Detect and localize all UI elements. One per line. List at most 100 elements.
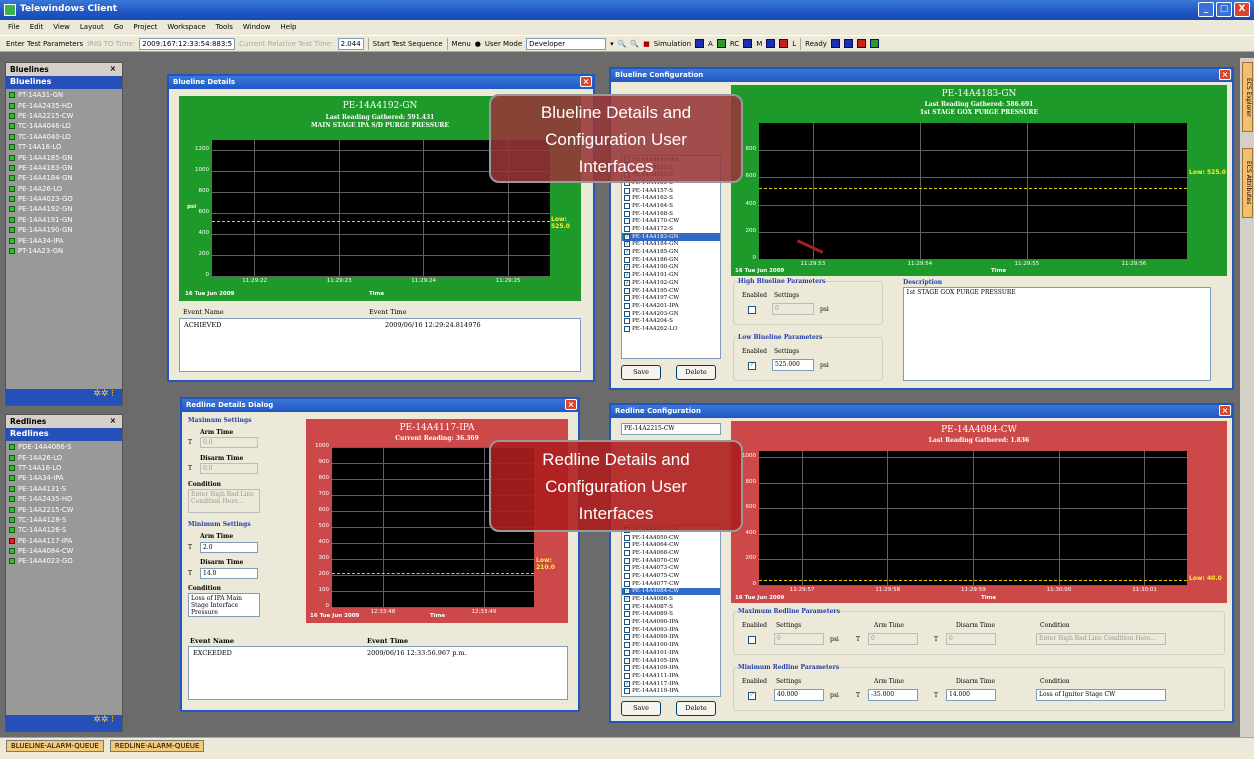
blueline-item[interactable]: TC-14A4046-LO (9, 121, 122, 131)
tab-redline-alarm-queue[interactable]: REDLINE-ALARM-QUEUE (109, 740, 205, 752)
signal-checkbox[interactable] (624, 256, 630, 263)
redline-item[interactable]: TC-14A4128-S (9, 515, 122, 525)
blueline-item[interactable]: PE-14A4192-GN (9, 204, 122, 214)
redline-item[interactable]: TT-14A16-LO (9, 463, 122, 473)
signal-list-item[interactable]: PE-14A4099-IPA (622, 634, 720, 642)
signal-list-item[interactable]: PE-14A4086-S (622, 595, 720, 603)
signal-checkbox[interactable] (624, 672, 630, 679)
rc-mode-icon[interactable] (716, 39, 726, 48)
redline-item[interactable]: PE-14A2215-CW (9, 504, 122, 514)
redline-signal-dropdown[interactable]: PE-14A2215-CW (621, 423, 721, 435)
menu-button[interactable]: Menu (452, 40, 471, 48)
signal-list-item[interactable]: PE-14A4197-CW (622, 294, 720, 302)
irig-time-field[interactable]: 2009:167:12:33:54:883:5 (139, 37, 236, 50)
save-button[interactable]: Save (621, 701, 661, 716)
signal-list-item[interactable]: PE-14A4087-S (622, 603, 720, 611)
redline-item[interactable]: PE-14A4084-CW (9, 546, 122, 556)
blueline-item[interactable]: PE-14A4190-GN (9, 225, 122, 235)
max-condition-input[interactable]: Enter High Red Line Condition Here... (1036, 633, 1166, 645)
signal-checkbox[interactable] (624, 187, 630, 194)
dropdown-arrow-icon[interactable]: ▾ (610, 40, 614, 48)
min-arm-time-input[interactable]: -35.000 (868, 689, 918, 701)
l-mode-icon[interactable] (779, 39, 789, 48)
menu-layout[interactable]: Layout (80, 23, 104, 35)
signal-checkbox[interactable] (624, 665, 630, 672)
rc-mode-label[interactable]: RC (730, 40, 739, 48)
tab-ecs-attributes[interactable]: ECS Attributes (1242, 148, 1253, 218)
signal-checkbox[interactable] (624, 611, 630, 618)
signal-list-item[interactable]: PE-14A4172-S (622, 225, 720, 233)
signal-checkbox[interactable] (624, 557, 630, 564)
menu-view[interactable]: View (53, 23, 70, 35)
signal-checkbox[interactable] (624, 318, 630, 325)
max-arm-time-input[interactable]: 0 (868, 633, 918, 645)
min-condition-input[interactable]: Loss of Igniter Stage CW (1036, 689, 1166, 701)
signal-list-item[interactable]: PE-14A4186-GN (622, 256, 720, 264)
signal-list-item[interactable]: PE-14A4101-IPA (622, 649, 720, 657)
signal-checkbox[interactable] (624, 233, 630, 240)
redlines-panel-close-icon[interactable]: × (110, 416, 116, 425)
signal-checkbox[interactable] (624, 657, 630, 664)
signal-checkbox[interactable] (624, 302, 630, 309)
a-mode-label[interactable]: A (708, 40, 713, 48)
signal-checkbox[interactable] (624, 626, 630, 633)
signal-checkbox[interactable] (624, 588, 630, 595)
signal-checkbox[interactable] (624, 272, 630, 279)
redline-item[interactable]: TC-14A4126-S (9, 525, 122, 535)
layout-1-icon[interactable] (830, 39, 840, 48)
signal-list-item[interactable]: PE-14A4157-S (622, 187, 720, 195)
redline-item[interactable]: PDE-14A4086-S (9, 442, 122, 452)
delete-button[interactable]: Delete (676, 701, 716, 716)
blueline-item[interactable]: PE-14A4185-GN (9, 152, 122, 162)
menu-window[interactable]: Window (243, 23, 271, 35)
min-arm-time-input[interactable]: 2.0 (200, 542, 258, 553)
signal-list-item[interactable]: PE-14A4184-GN (622, 241, 720, 249)
signal-checkbox[interactable] (624, 580, 630, 587)
max-enabled-checkbox[interactable] (748, 636, 756, 644)
bluelines-footer-tools[interactable]: ✲✲ ⁝ (6, 389, 122, 405)
menu-go[interactable]: Go (114, 23, 124, 35)
layout-3-icon[interactable] (856, 39, 866, 48)
min-enabled-checkbox[interactable] (748, 692, 756, 700)
signal-list-item[interactable]: PE-14A4191-GN (622, 271, 720, 279)
blueline-item[interactable]: PT-14A23-GN (9, 246, 122, 256)
min-disarm-time-input[interactable]: 14.0 (200, 568, 258, 579)
signal-list-item[interactable]: PE-14A4170-CW (622, 218, 720, 226)
blueline-item[interactable]: PE-14A26-LO (9, 184, 122, 194)
max-condition-input[interactable]: Enter High Red Line Condition Here... (188, 489, 260, 513)
redline-item[interactable]: PE-14A2435-HD (9, 494, 122, 504)
signal-list-item[interactable]: PE-14A4093-IPA (622, 626, 720, 634)
signal-list-item[interactable]: PE-14A4192-GN (622, 279, 720, 287)
signal-checkbox[interactable] (624, 565, 630, 572)
low-enabled-checkbox[interactable] (748, 362, 756, 370)
signal-checkbox[interactable] (624, 210, 630, 217)
signal-checkbox[interactable] (624, 534, 630, 541)
signal-checkbox[interactable] (624, 649, 630, 656)
signal-list-item[interactable]: PE-14A4162-S (622, 194, 720, 202)
blueline-item[interactable]: TC-14A4040-LO (9, 132, 122, 142)
signal-checkbox[interactable] (624, 688, 630, 695)
signal-checkbox[interactable] (624, 226, 630, 233)
relative-time-field[interactable]: 2.044 (337, 37, 364, 50)
signal-list-item[interactable]: PE-14A4105-IPA (622, 657, 720, 665)
blueline-item[interactable]: TT-14A16-LO (9, 142, 122, 152)
max-disarm-time-input[interactable]: 0 (946, 633, 996, 645)
layout-2-icon[interactable] (843, 39, 853, 48)
signal-list-item[interactable]: PE-14A4204-S (622, 317, 720, 325)
blueline-item[interactable]: PE-14A2435-HD (9, 100, 122, 110)
close-icon[interactable]: × (1219, 405, 1231, 416)
signal-checkbox[interactable] (624, 642, 630, 649)
signal-list-item[interactable]: PE-14A4064-CW (622, 541, 720, 549)
signal-list-item[interactable]: PE-14A4050-CW (622, 534, 720, 542)
min-settings-input[interactable]: 40.000 (774, 689, 824, 701)
signal-checkbox[interactable] (624, 619, 630, 626)
signal-checkbox[interactable] (624, 596, 630, 603)
redlines-footer-tools[interactable]: ✲✲ ⁝ (6, 715, 122, 731)
signal-checkbox[interactable] (624, 295, 630, 302)
menu-tools[interactable]: Tools (216, 23, 233, 35)
signal-list-item[interactable]: PE-14A4068-CW (622, 549, 720, 557)
signal-checkbox[interactable] (624, 202, 630, 209)
max-arm-time-input[interactable]: 0.0 (200, 437, 258, 448)
signal-checkbox[interactable] (624, 279, 630, 286)
minimize-button[interactable]: _ (1198, 2, 1214, 17)
